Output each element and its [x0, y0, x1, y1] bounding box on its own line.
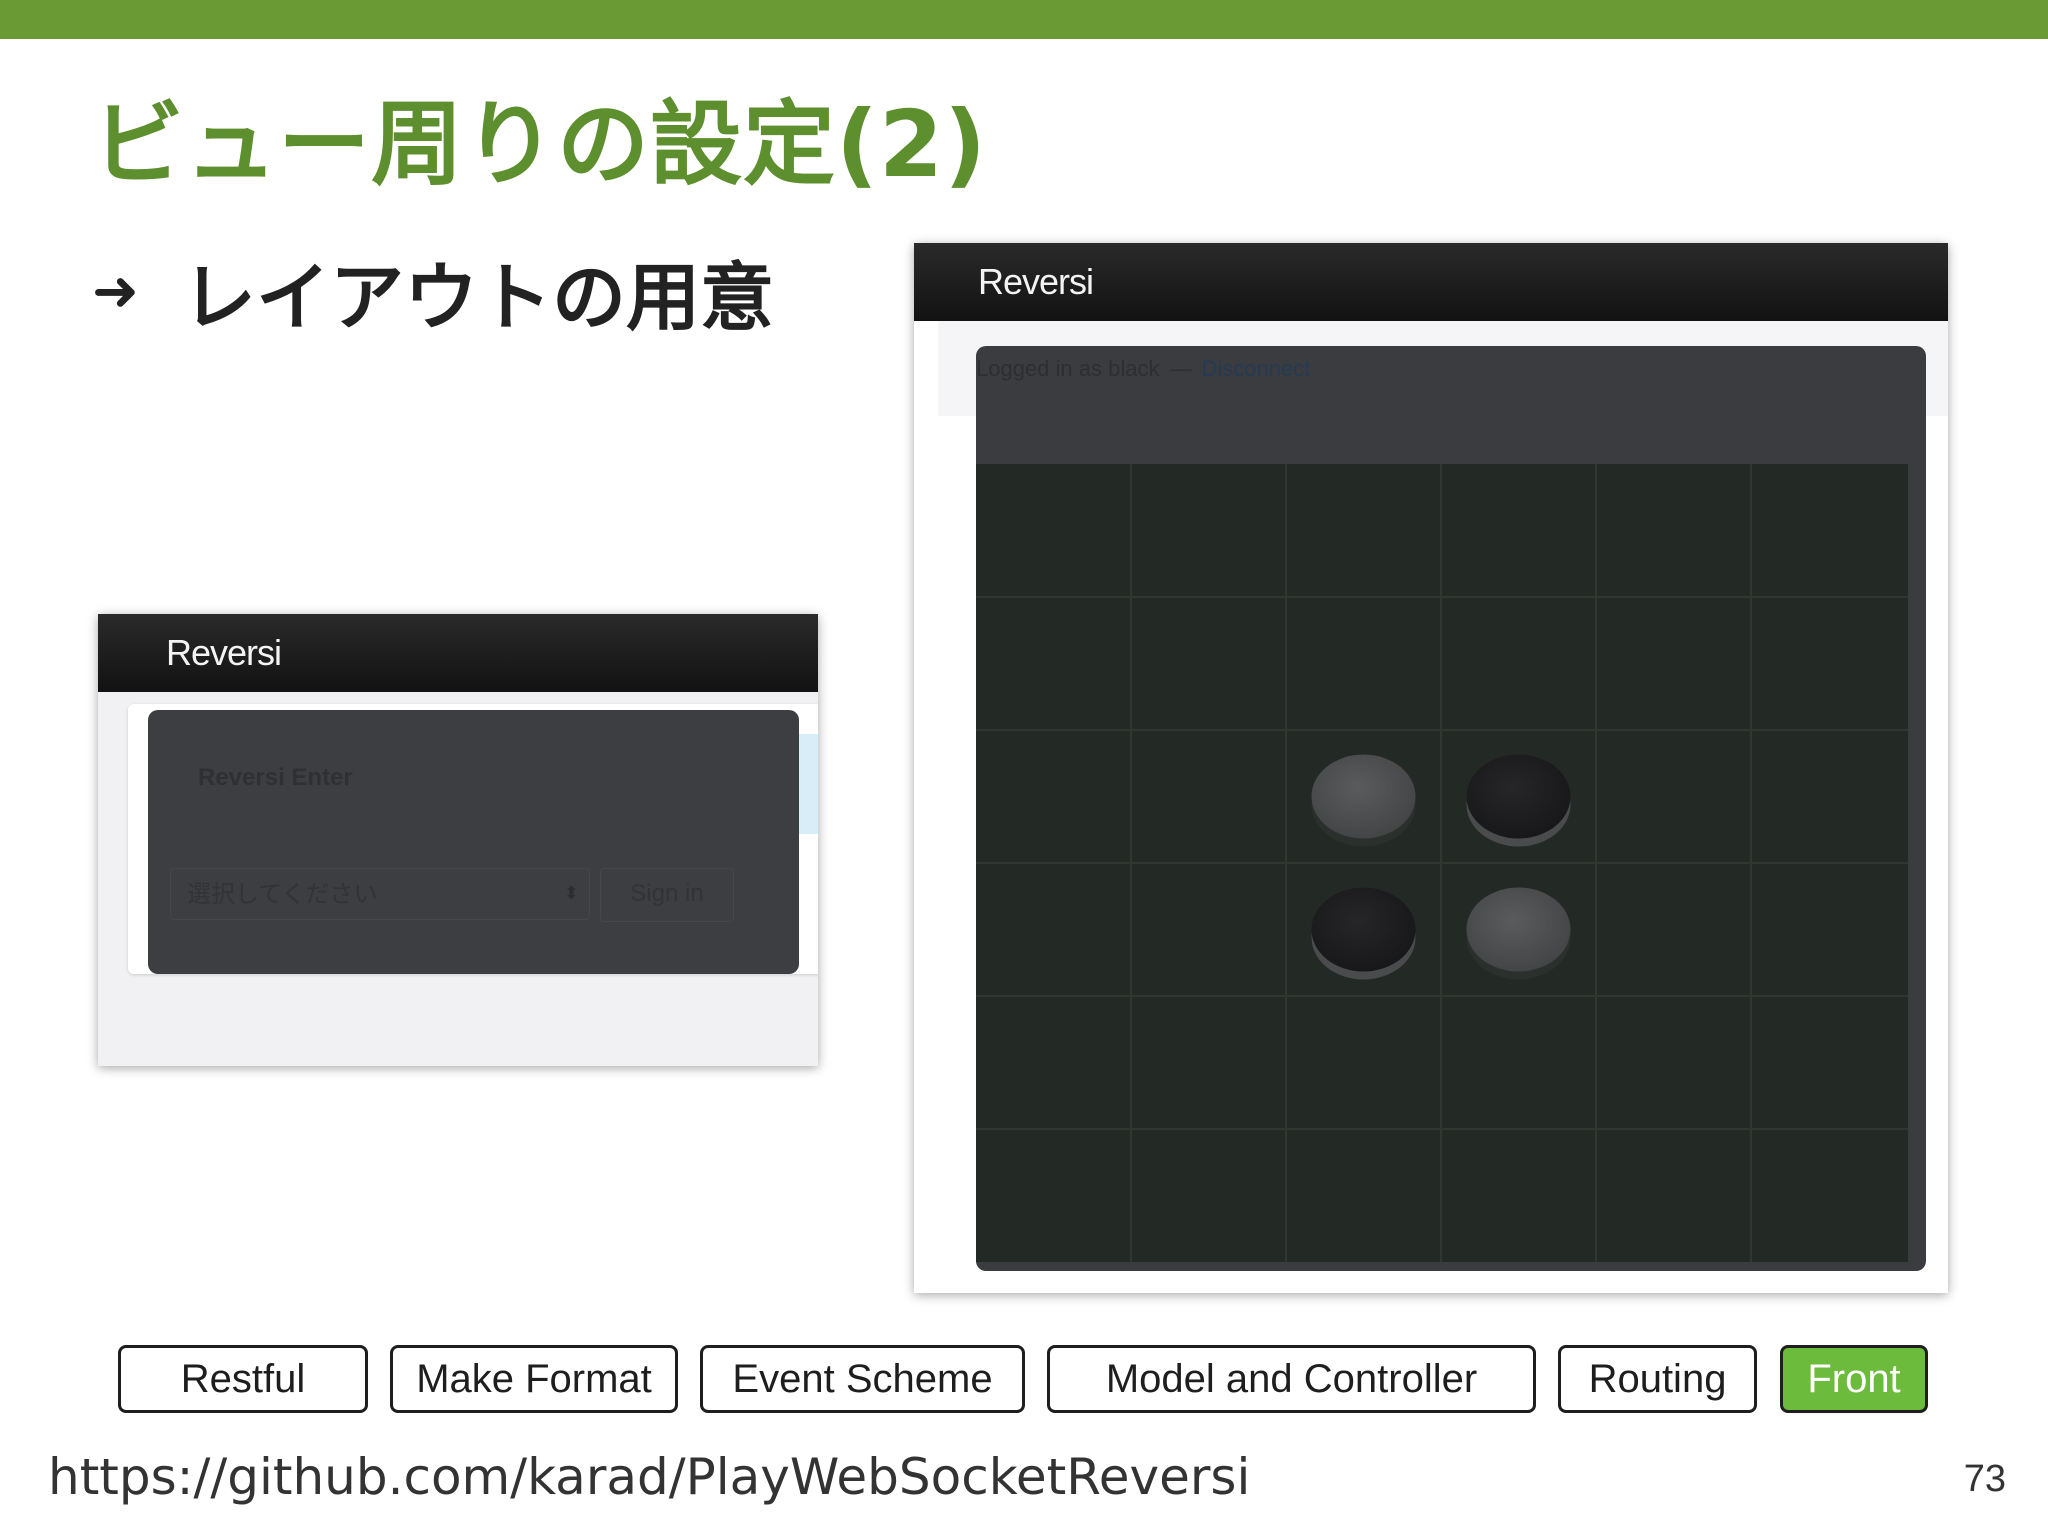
slide-title: ビュー周りの設定(2) [92, 91, 988, 198]
game-window-screenshot: Reversi Logged in as black — Disconnect [914, 243, 1948, 1293]
board-grid [976, 464, 1908, 1262]
tab-event-scheme[interactable]: Event Scheme [700, 1345, 1025, 1413]
tab-restful[interactable]: Restful [118, 1345, 368, 1413]
player-select[interactable]: 選択してください ⬍ [170, 868, 590, 920]
select-placeholder: 選択してください [187, 880, 378, 908]
modal-overlay: Logged in as black — Disconnect [976, 346, 1926, 1271]
tab-make-format[interactable]: Make Format [390, 1345, 678, 1413]
login-heading: Reversi Enter [198, 764, 353, 791]
tab-routing[interactable]: Routing [1558, 1345, 1757, 1413]
sign-in-button[interactable]: Sign in [600, 868, 734, 922]
disconnect-link[interactable]: Disconnect [1201, 356, 1310, 381]
status-separator: — [1169, 356, 1192, 381]
arrow-icon: ➜ [92, 259, 139, 324]
repo-url: https://github.com/karad/PlayWebSocketRe… [48, 1448, 1251, 1506]
login-window-screenshot: Reversi Reversi Enter 選択してください ⬍ Sign in [98, 614, 818, 1066]
app-title: Reversi [166, 632, 282, 673]
page-number: 73 [1963, 1458, 2006, 1500]
top-accent-bar [0, 0, 2048, 39]
reversi-board[interactable] [976, 464, 1908, 1262]
bullet-item: ➜ レイアウトの用意 [92, 238, 774, 345]
app-header: Reversi [98, 614, 818, 692]
tab-front[interactable]: Front [1780, 1345, 1928, 1413]
status-text: Logged in as black [976, 356, 1160, 381]
select-arrows-icon: ⬍ [563, 883, 579, 904]
tab-model-and-controller[interactable]: Model and Controller [1047, 1345, 1536, 1413]
bullet-text: レイアウトの用意 [182, 255, 774, 341]
login-status: Logged in as black — Disconnect [976, 356, 1310, 382]
black-piece [1311, 887, 1416, 980]
gray-piece [1311, 754, 1416, 847]
modal-overlay: Reversi Enter 選択してください ⬍ Sign in [148, 710, 799, 974]
app-header: Reversi [914, 243, 1948, 321]
app-title: Reversi [978, 261, 1094, 302]
gray-piece [1466, 887, 1571, 980]
black-piece [1466, 754, 1571, 847]
